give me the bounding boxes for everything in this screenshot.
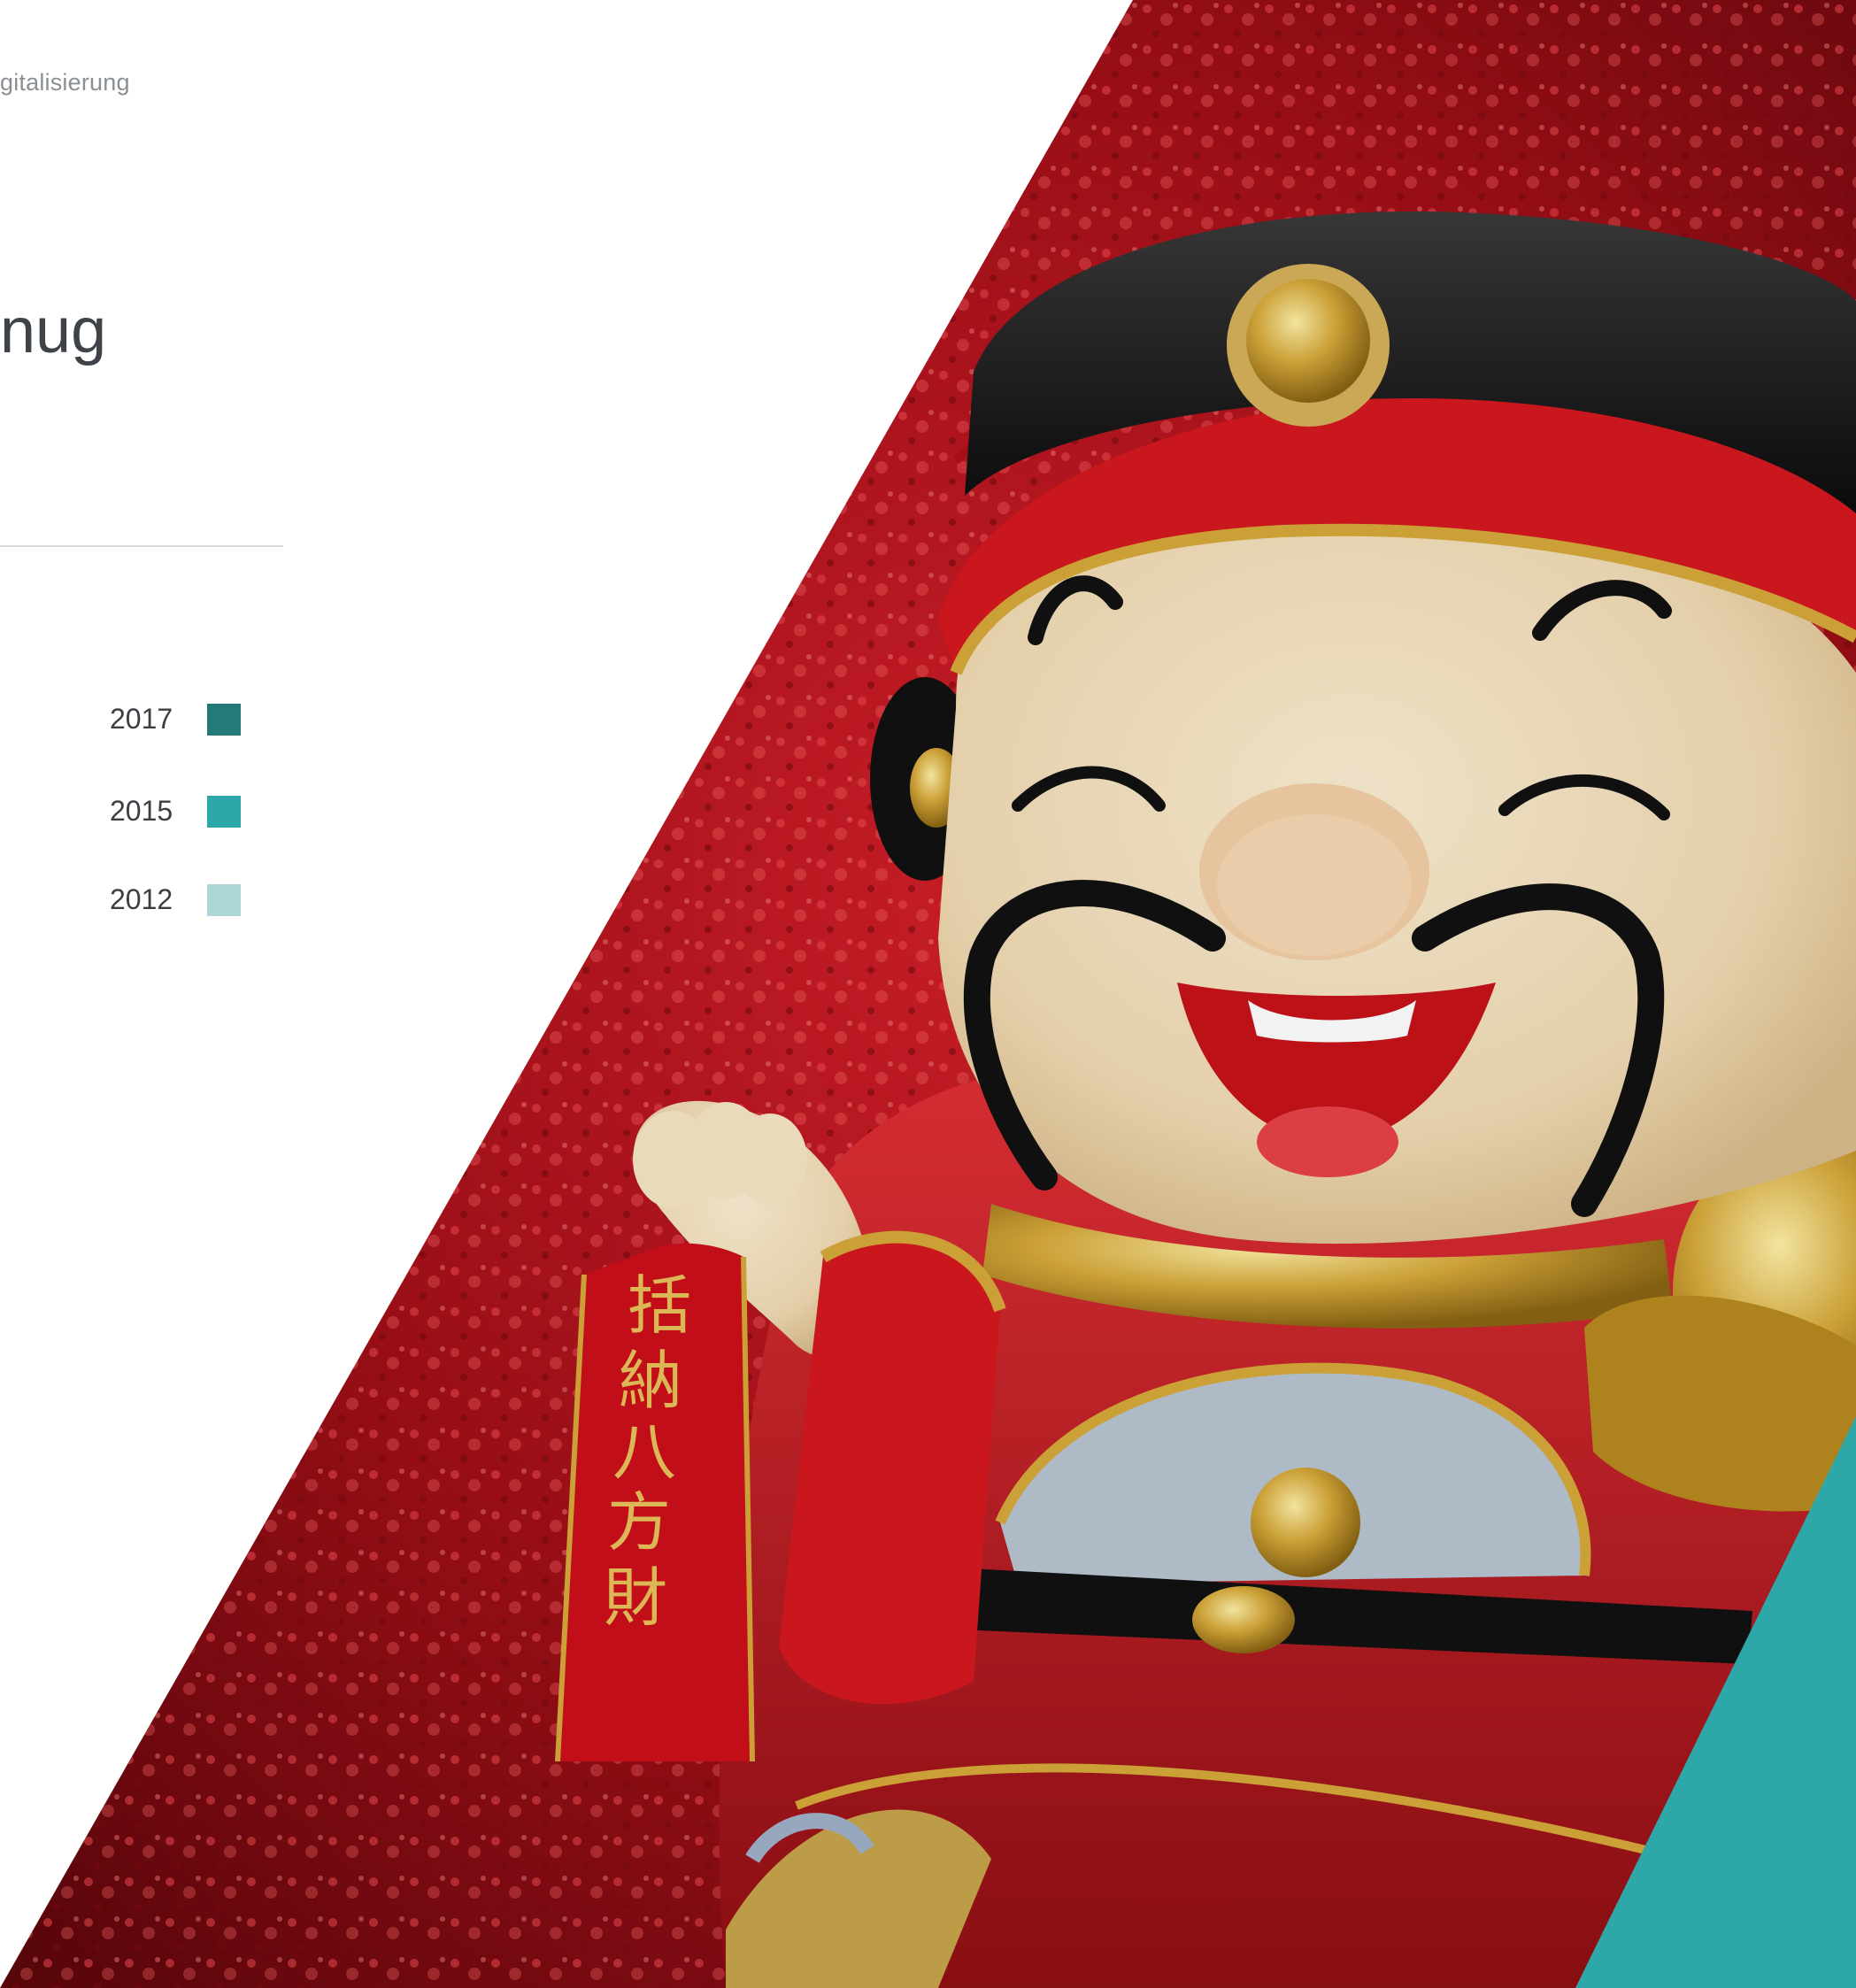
- legend-item-2017[interactable]: 2017: [110, 699, 243, 736]
- hero-image: 括 納 八 方 財: [0, 0, 1856, 1988]
- legend-swatch: [207, 704, 241, 736]
- legend-swatch: [207, 884, 241, 916]
- legend-label: 2015: [110, 795, 173, 827]
- breadcrumb[interactable]: gitalisierung: [0, 69, 130, 96]
- legend-item-2012[interactable]: 2012: [110, 880, 243, 916]
- legend-item-2015[interactable]: 2015: [110, 791, 243, 828]
- legend-label: 2017: [110, 703, 173, 735]
- legend-label: 2012: [110, 883, 173, 915]
- legend-swatch: [207, 796, 241, 828]
- divider: [0, 545, 283, 547]
- page: gitalisierung nug 2017 2015 2012: [0, 0, 1856, 1988]
- page-title: nug: [0, 296, 107, 366]
